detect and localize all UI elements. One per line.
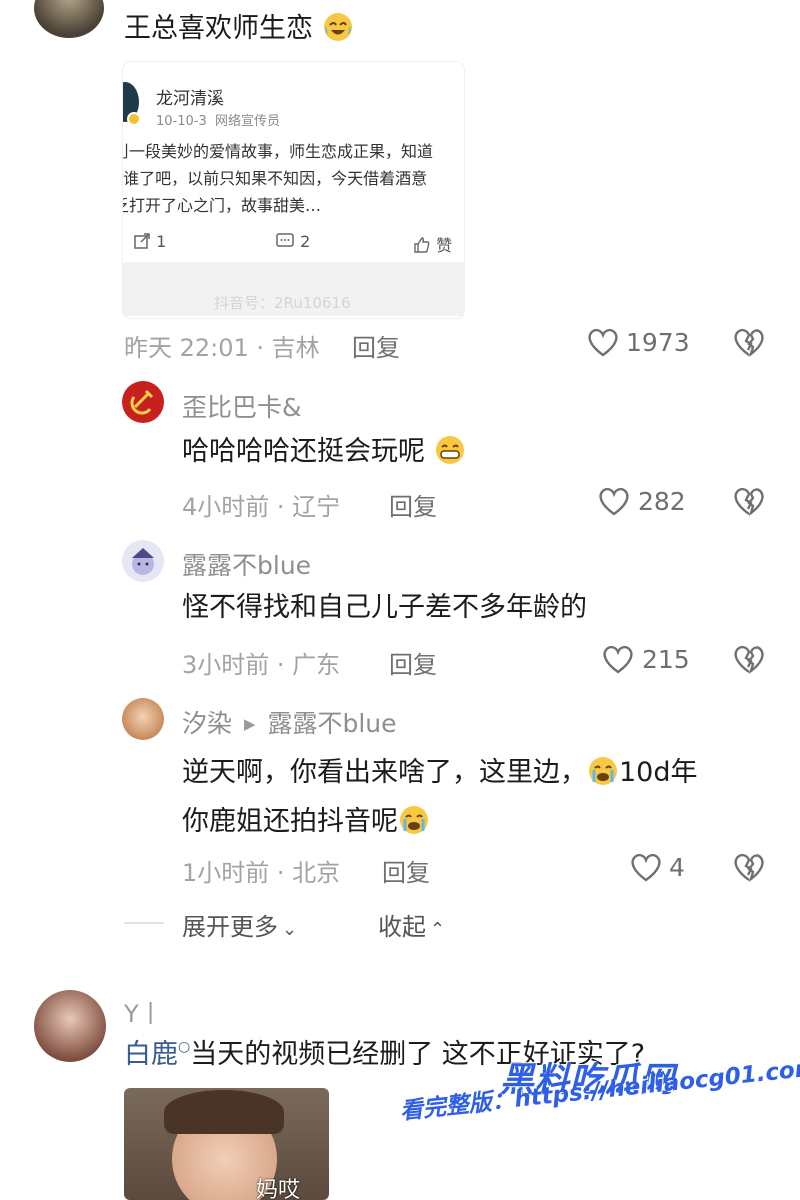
reply-text-content: 哈哈哈哈还挺会玩呢 [182,436,425,467]
comment-text: 王总喜欢师生恋 [124,10,354,48]
chevron-down-icon: ⌄ [282,919,298,940]
card-author-name: 龙河清溪 [156,89,224,109]
dislike-broken-heart-icon[interactable] [732,851,766,883]
card-role: 网络宣传员 [215,114,281,129]
reply-button[interactable]: 回复 [352,328,400,363]
card-date-value: 10-10-3 [156,114,207,129]
expand-more-label: 展开更多 [182,913,278,941]
avatar[interactable] [122,698,164,740]
card-watermark: 抖音号：2Ru10616 [214,294,351,312]
dislike-broken-heart-icon[interactable] [732,485,766,517]
divider [124,922,164,924]
verified-icon [127,112,141,126]
heart-icon[interactable] [629,851,663,883]
share-icon [134,233,150,249]
avatar[interactable] [34,0,104,38]
avatar[interactable] [122,381,164,423]
card-like-label: 赞 [436,236,453,255]
like-count: 1973 [626,328,690,357]
avatar[interactable] [122,540,164,582]
card-share[interactable]: 1 [133,232,166,251]
hammer-sickle-icon [130,389,154,415]
child-hair [164,1090,284,1134]
reply-text: 怪不得找和自己儿子差不多年龄的 [182,592,587,623]
collapse-button[interactable]: 收起 ⌃ [378,907,445,942]
comment-count: 2 [300,232,311,251]
like-count: 4 [669,853,685,882]
crying-emoji-icon [400,806,428,834]
reply-meta: 1小时前 · 北京 [182,859,341,887]
card-body-line: 刂一段美妙的爱情故事，师生恋成正果，知道 [123,142,434,161]
reply-to-name[interactable]: 露露不blue [267,709,396,738]
reply-button[interactable]: 回复 [389,487,437,522]
collapse-label: 收起 [378,913,426,941]
image-caption: 妈哎 [256,1178,301,1200]
like-count: 215 [642,645,690,674]
chevron-up-icon: ⌃ [430,919,446,940]
reply-text-content: 逆天啊，你看出来啥了，这里边， [182,757,587,788]
crying-emoji-icon [589,757,617,785]
comment-meta: 昨天 22:01 · 吉林 [124,334,320,362]
comment-image[interactable]: 妈哎 [124,1088,329,1200]
reply-button[interactable]: 回复 [382,853,430,888]
reply-author-name[interactable]: 汐染 ▶ 露露不blue [182,704,397,740]
search-icon: ○ [178,1039,191,1055]
reply-text: 逆天啊，你看出来啥了，这里边， 10d年 你鹿姐还拍抖音呢 [182,748,782,846]
card-date: 10-10-3 网络宣传员 [156,110,280,129]
reply-arrow-icon: ▶ [243,715,256,733]
reply-author-name[interactable]: 歪比巴卡& [182,388,302,424]
card-comment[interactable]: 2 [275,232,310,251]
thumbs-up-icon [414,237,430,253]
card-body-line: 9谁了吧，以前只知果不知因，今天借着酒意 [123,169,428,188]
reply-author-name-text: 汐染 [182,709,233,738]
expand-more-button[interactable]: 展开更多 ⌄ [182,907,297,942]
comment-text-content: 王总喜欢师生恋 [124,13,313,44]
reply-meta: 3小时前 · 广东 [182,651,341,679]
card-body: 刂一段美妙的爱情故事，师生恋成正果，知道 9谁了吧，以前只知果不知因，今天借着酒… [123,138,464,219]
comment-icon [276,233,294,247]
heart-icon[interactable] [597,485,631,517]
reply-text-content: 你鹿姐还拍抖音呢 [182,806,398,837]
reply-author-name[interactable]: 露露不blue [182,546,311,582]
reply-text-content: 10d年 [619,757,698,788]
grinning-emoji-icon [435,436,464,464]
reply-button[interactable]: 回复 [389,645,437,680]
avatar[interactable] [34,990,106,1062]
dislike-broken-heart-icon[interactable] [732,643,766,675]
reply-text: 哈哈哈哈还挺会玩呢 [182,433,466,471]
cartoon-avatar-icon [132,548,154,575]
card-body-line: 乏打开了心之门，故事甜美… [123,196,322,215]
crying-laughing-emoji-icon [323,13,352,41]
heart-icon[interactable] [586,326,620,358]
mention-link[interactable]: 白鹿 [124,1039,178,1070]
heart-icon[interactable] [601,643,635,675]
like-count: 282 [638,487,686,516]
comment-author-name[interactable]: Y丨 [124,994,163,1029]
share-count: 1 [156,232,167,251]
card-like[interactable]: 赞 [413,232,452,256]
reply-meta: 4小时前 · 辽宁 [182,493,341,521]
dislike-broken-heart-icon[interactable] [732,326,766,358]
